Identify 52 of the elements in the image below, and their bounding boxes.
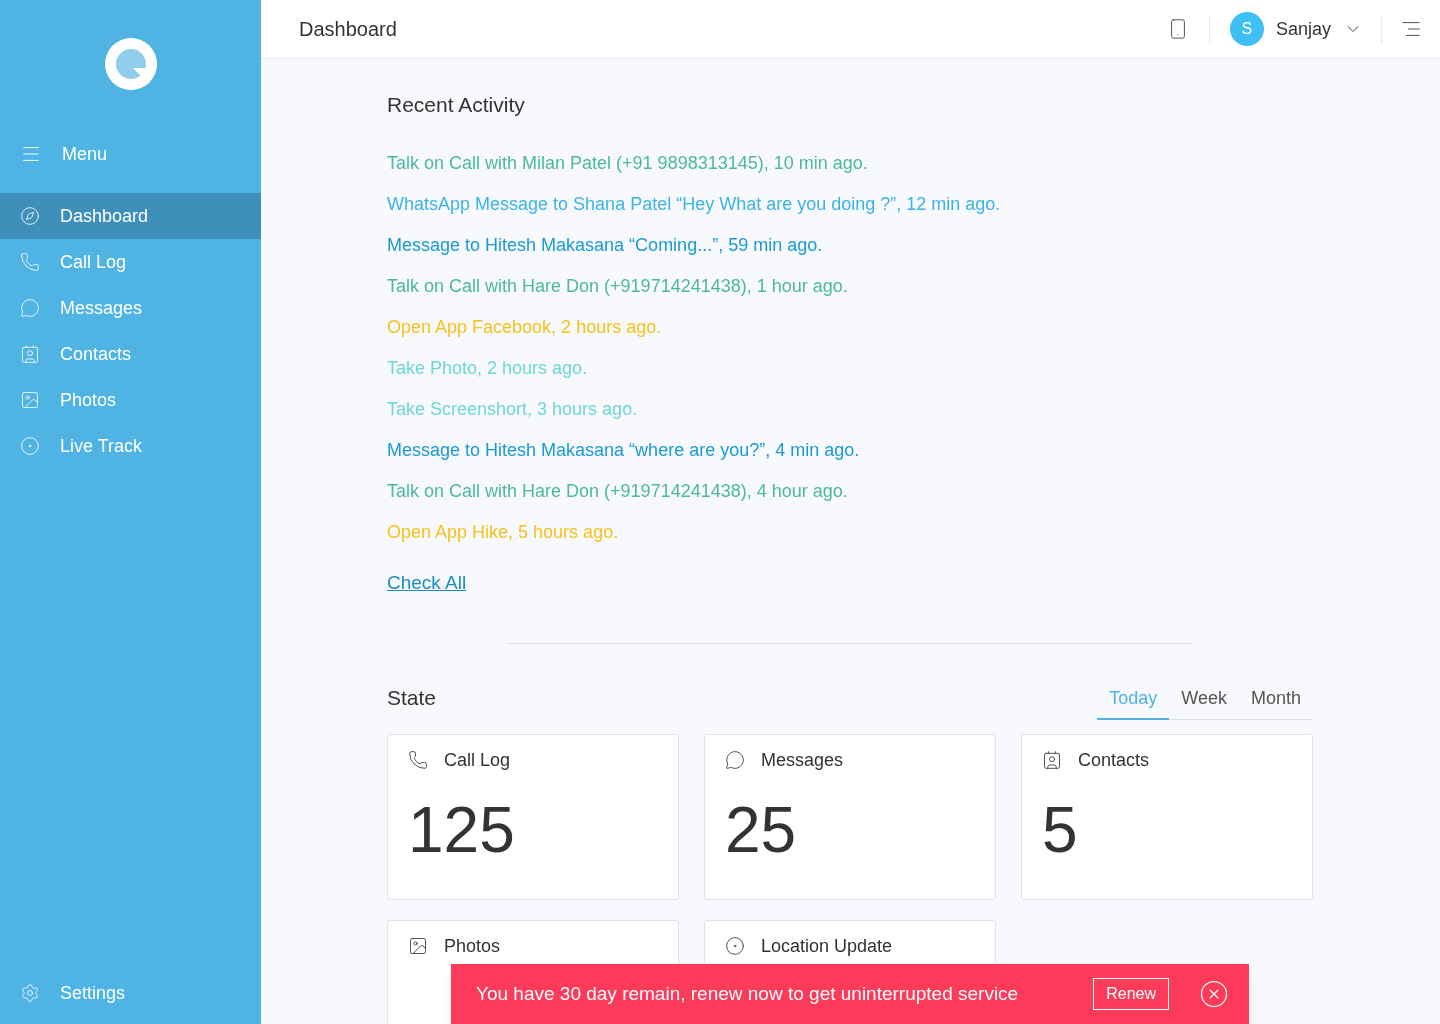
page-title: Dashboard — [299, 17, 397, 42]
sidebar-item[interactable]: Dashboard — [0, 193, 261, 239]
sidebar-item[interactable]: Contacts — [0, 331, 261, 377]
menu-label: Menu — [62, 142, 108, 166]
card-value: 5 — [1042, 797, 1079, 862]
phone-icon — [408, 750, 428, 770]
period-tab[interactable]: Today — [1097, 684, 1170, 720]
activity-entry: Open App Hike, 5 hours ago. — [387, 520, 620, 544]
sidebar-item[interactable]: Photos — [0, 377, 261, 423]
card-label: Call Log — [444, 748, 511, 772]
settings-item[interactable]: Settings — [0, 962, 261, 1024]
card-label: Messages — [761, 748, 844, 772]
activity-entry: Talk on Call with Milan Patel (+91 9898313145), 10 min ago. — [387, 151, 869, 175]
contact-card-icon — [1042, 750, 1062, 770]
activity-entry: Take Photo, 2 hours ago. — [387, 356, 589, 380]
banner-message: You have 30 day remain, renew now to get uninterrupted service — [476, 981, 1019, 1006]
logo-icon — [104, 38, 157, 90]
activity-entry: Talk on Call with Hare Don (+919714241438), 1 hour ago. — [387, 274, 849, 298]
activity-entry: Open App Facebook, 2 hours ago. — [387, 315, 663, 339]
target-icon — [20, 436, 40, 456]
image-icon — [20, 390, 40, 410]
section-title: State — [387, 685, 437, 711]
sidebar-item[interactable]: Call Log — [0, 239, 261, 285]
activity-entry: Talk on Call with Hare Don (+919714241438), 4 hour ago. — [387, 479, 849, 503]
card-label: Contacts — [1078, 748, 1150, 772]
period-tab[interactable]: Week — [1169, 684, 1239, 720]
card-value: 25 — [725, 797, 798, 862]
image-icon — [408, 936, 428, 956]
user-avatar: S — [1229, 12, 1264, 46]
activity-entry: Message to Hitesh Makasana “where are you?”, 4 min ago. — [387, 438, 861, 462]
check-all-link[interactable]: Check All — [387, 568, 467, 597]
settings-icon — [20, 983, 40, 1003]
sidebar-item[interactable]: Live Track — [0, 423, 261, 469]
user-menu[interactable]: S Sanjay — [1229, 12, 1363, 46]
renew-button[interactable]: Renew — [1093, 978, 1169, 1010]
card-value: 125 — [408, 797, 516, 862]
user-name: Sanjay — [1275, 17, 1331, 41]
contact-card-icon — [20, 344, 40, 364]
target-icon — [725, 936, 745, 956]
period-tab[interactable]: Month — [1238, 684, 1313, 720]
activity-entry: Message to Hitesh Makasana “Coming...”, 59 min ago. — [387, 233, 824, 257]
section-title: Recent Activity — [387, 92, 526, 118]
phone-icon — [20, 252, 40, 272]
chat-bubble-icon — [725, 750, 745, 770]
chat-bubble-icon — [20, 298, 40, 318]
compass-icon — [20, 206, 40, 226]
sidebar-item[interactable]: Messages — [0, 285, 261, 331]
activity-entry: Take Screenshort, 3 hours ago. — [387, 397, 639, 421]
activity-entry: WhatsApp Message to Shana Patel “Hey What are you doing ?”, 12 min ago. — [387, 192, 1002, 216]
card-label: Photos — [444, 934, 501, 958]
close-icon[interactable] — [1199, 979, 1229, 1009]
card-label: Location Update — [761, 934, 893, 958]
